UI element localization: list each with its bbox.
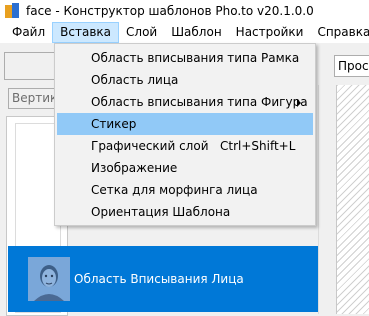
submenu-arrow-icon — [297, 99, 301, 107]
selected-layer-label: Область Вписывания Лица — [74, 272, 244, 286]
vertical-scrollbar[interactable] — [318, 85, 336, 314]
menu-item-label: Область вписывания типа Рамка — [91, 51, 300, 65]
menu-layer[interactable]: Слой — [119, 22, 164, 43]
selected-layer-item[interactable]: Область Вписывания Лица — [8, 246, 318, 312]
window-title: face - Конструктор шаблонов Pho.to v20.1… — [26, 4, 314, 18]
menu-help[interactable]: Справка — [310, 22, 369, 43]
menu-item-face-area[interactable]: Область лица — [57, 69, 313, 91]
menu-item-face-morph-grid[interactable]: Сетка для морфинга лица — [57, 179, 313, 201]
menu-item-shape-fit-area[interactable]: Область вписывания типа Фигура — [57, 91, 313, 113]
canvas-area — [336, 85, 369, 314]
face-thumbnail-icon — [28, 257, 70, 301]
menu-item-image[interactable]: Изображение — [57, 157, 313, 179]
menu-item-label: Ориентация Шаблона — [91, 205, 231, 219]
title-bar: face - Конструктор шаблонов Pho.to v20.1… — [0, 0, 369, 22]
menu-item-graphic-layer[interactable]: Графический слой Ctrl+Shift+L — [57, 135, 313, 157]
menu-file[interactable]: Файл — [0, 22, 52, 43]
menu-item-label: Область вписывания типа Фигура — [91, 95, 308, 109]
menu-template[interactable]: Шаблон — [164, 22, 228, 43]
menu-item-label: Изображение — [91, 161, 178, 175]
menu-item-label: Область лица — [91, 73, 179, 87]
menu-settings[interactable]: Настройки — [229, 22, 311, 43]
menu-item-frame-fit-area[interactable]: Область вписывания типа Рамка — [57, 47, 313, 69]
menu-item-label: Графический слой — [91, 139, 209, 153]
menu-bar: Файл Вставка Слой Шаблон Настройки Справ… — [0, 22, 369, 43]
menu-insert[interactable]: Вставка — [52, 22, 120, 43]
menu-item-shortcut: Ctrl+Shift+L — [220, 139, 296, 153]
insert-dropdown-menu: Область вписывания типа Рамка Область ли… — [54, 43, 316, 226]
menu-item-label: Стикер — [91, 117, 137, 131]
menu-item-sticker[interactable]: Стикер — [57, 113, 313, 135]
menu-item-label: Сетка для морфинга лица — [91, 183, 258, 197]
view-combo[interactable]: Прос — [334, 55, 369, 77]
menu-item-template-orientation[interactable]: Ориентация Шаблона — [57, 201, 313, 223]
app-logo-icon — [4, 3, 20, 19]
